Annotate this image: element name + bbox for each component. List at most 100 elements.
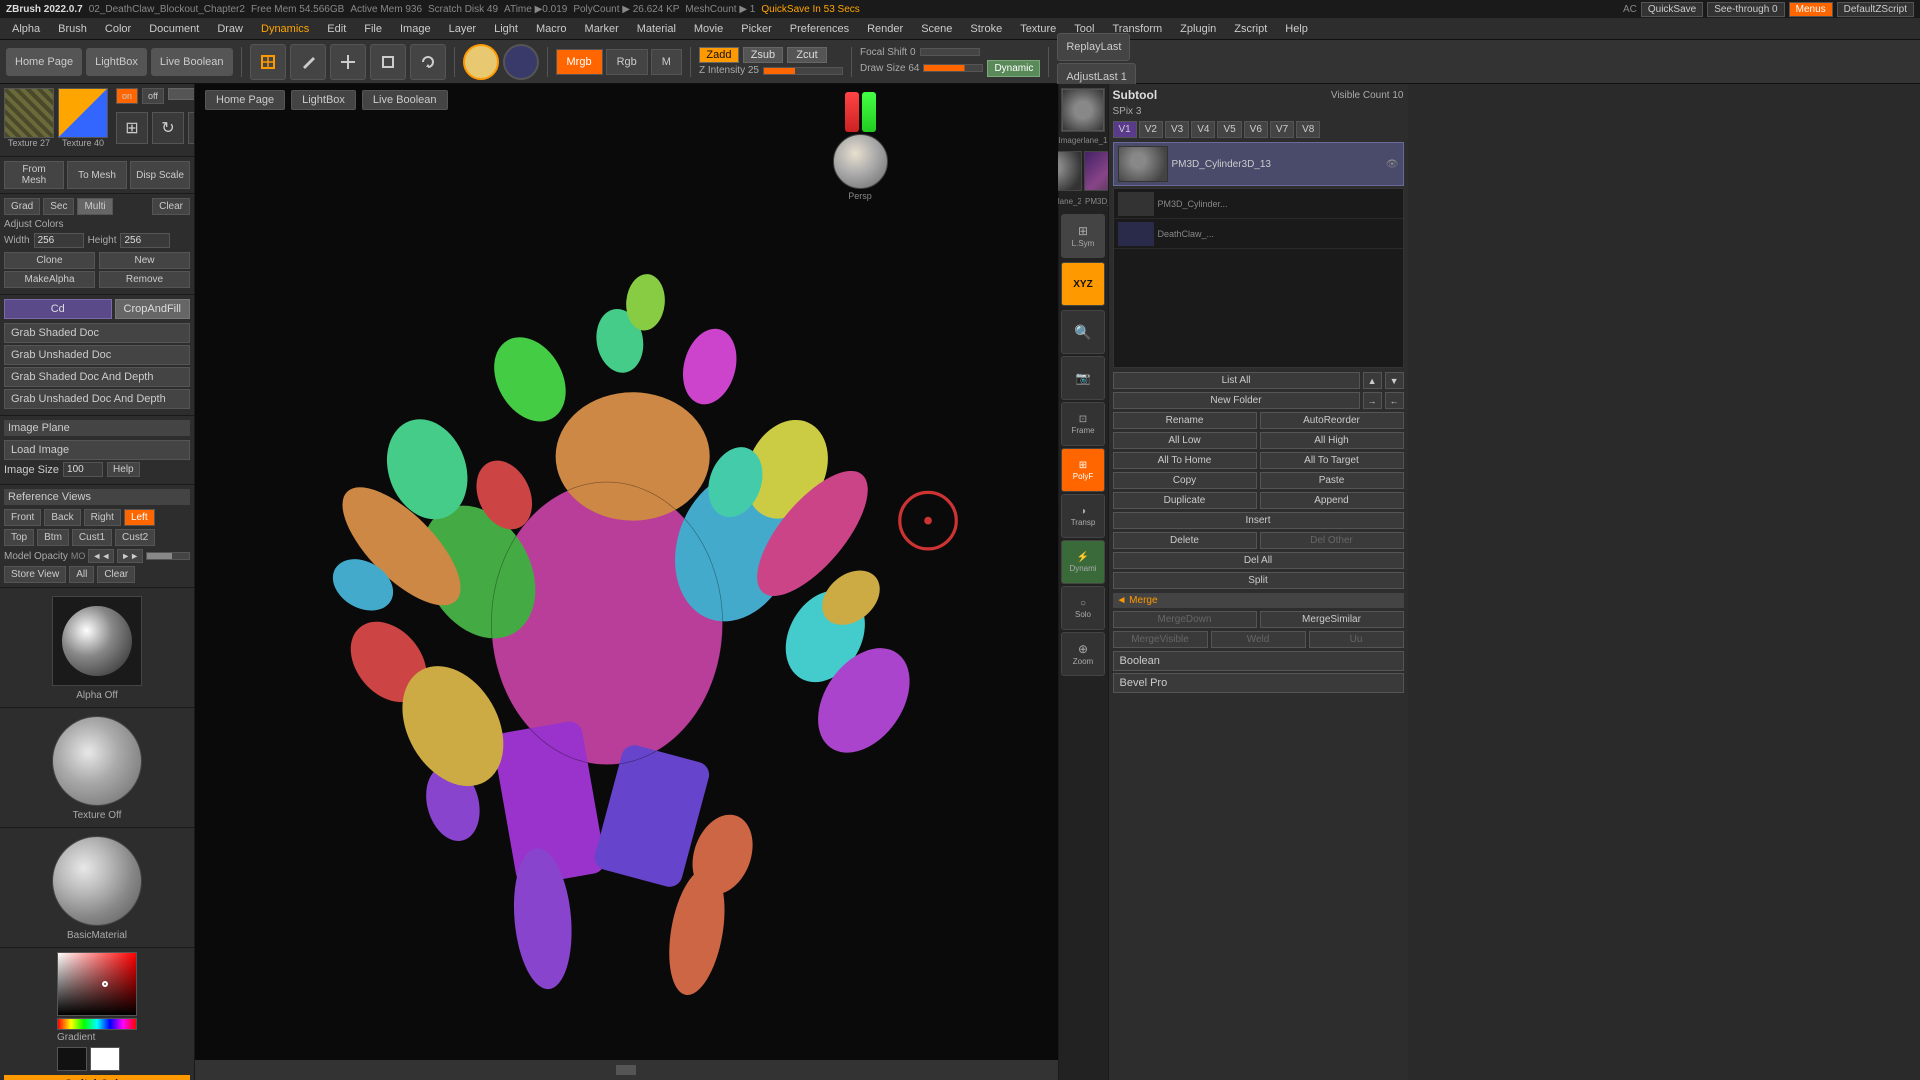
- draw-button[interactable]: [290, 44, 326, 80]
- menus-button[interactable]: Menus: [1789, 2, 1833, 17]
- merge-down-button[interactable]: MergeDown: [1113, 611, 1257, 628]
- lsym-button[interactable]: ⊞ L.Sym: [1061, 214, 1105, 258]
- quicksave-button[interactable]: QuickSave: [1641, 2, 1703, 17]
- mrgb-button[interactable]: Mrgb: [556, 49, 603, 75]
- canvas-home-button[interactable]: Home Page: [205, 90, 285, 110]
- mo-dec-button[interactable]: ◄◄: [88, 549, 114, 563]
- cd-button[interactable]: Cd: [4, 299, 112, 319]
- black-swatch[interactable]: [57, 1047, 87, 1071]
- v5-button[interactable]: V5: [1217, 121, 1241, 138]
- menu-help[interactable]: Help: [1277, 21, 1316, 37]
- menu-edit[interactable]: Edit: [319, 21, 354, 37]
- switch-color-button[interactable]: SwitchColor: [4, 1075, 190, 1080]
- menu-preferences[interactable]: Preferences: [782, 21, 857, 37]
- scale-button[interactable]: [370, 44, 406, 80]
- menu-scene[interactable]: Scene: [913, 21, 960, 37]
- all-to-home-button[interactable]: All To Home: [1113, 452, 1257, 469]
- grab-shaded-button[interactable]: Grab Shaded Doc: [4, 323, 190, 343]
- dynamic-button[interactable]: Dynamic: [987, 60, 1040, 77]
- pm3d-thumb-1[interactable]: [1062, 89, 1104, 131]
- subtool-list-item-2[interactable]: DeathClaw_...: [1114, 219, 1403, 249]
- imagerlane-2-thumb[interactable]: [1058, 151, 1083, 191]
- v3-button[interactable]: V3: [1165, 121, 1189, 138]
- canvas-live-boolean-button[interactable]: Live Boolean: [362, 90, 448, 110]
- auto-reorder-button[interactable]: AutoReorder: [1260, 412, 1404, 429]
- default-script-button[interactable]: DefaultZScript: [1837, 2, 1914, 17]
- rotate-icon[interactable]: ↻: [152, 112, 184, 144]
- dynamic-nav-button[interactable]: ⚡ Dynami: [1061, 540, 1105, 584]
- v6-button[interactable]: V6: [1244, 121, 1268, 138]
- canvas-lightbox-button[interactable]: LightBox: [291, 90, 356, 110]
- menu-brush[interactable]: Brush: [50, 21, 95, 37]
- menu-zscript[interactable]: Zscript: [1226, 21, 1275, 37]
- new-folder-button[interactable]: New Folder: [1113, 392, 1360, 409]
- append-button[interactable]: Append: [1260, 492, 1404, 509]
- zsub-button[interactable]: Zsub: [743, 47, 783, 63]
- right-button[interactable]: Right: [84, 509, 121, 526]
- home-page-button[interactable]: Home Page: [6, 48, 82, 76]
- v7-button[interactable]: V7: [1270, 121, 1294, 138]
- menu-draw[interactable]: Draw: [209, 21, 251, 37]
- btm-button[interactable]: Btm: [37, 529, 69, 546]
- menu-image[interactable]: Image: [392, 21, 439, 37]
- xyz-button[interactable]: XYZ: [1061, 262, 1105, 306]
- list-arrow-up[interactable]: ▲: [1363, 372, 1382, 389]
- off-button[interactable]: off: [142, 88, 164, 104]
- load-image-button[interactable]: Load Image: [4, 440, 190, 460]
- all-to-target-button[interactable]: All To Target: [1260, 452, 1404, 469]
- grab-unshaded-button[interactable]: Grab Unshaded Doc: [4, 345, 190, 365]
- menu-picker[interactable]: Picker: [733, 21, 780, 37]
- help-button[interactable]: Help: [107, 462, 140, 477]
- menu-zplugin[interactable]: Zplugin: [1172, 21, 1224, 37]
- height-input[interactable]: [120, 233, 170, 248]
- color-circle-1[interactable]: [463, 44, 499, 80]
- make-alpha-button[interactable]: MakeAlpha: [4, 271, 95, 288]
- edit-button[interactable]: [250, 44, 286, 80]
- focal-slider[interactable]: [920, 48, 980, 56]
- v2-button[interactable]: V2: [1139, 121, 1163, 138]
- split-button[interactable]: Split: [1113, 572, 1404, 589]
- zoom-button[interactable]: ⊕ Zoom: [1061, 632, 1105, 676]
- rename-button[interactable]: Rename: [1113, 412, 1257, 429]
- subtool-item-active[interactable]: PM3D_Cylinder3D_13 👁: [1113, 142, 1404, 186]
- layer-icon[interactable]: ⊞: [116, 112, 148, 144]
- on-button[interactable]: on: [116, 88, 138, 104]
- copy-button[interactable]: Copy: [1113, 472, 1257, 489]
- transp-button[interactable]: ◑ Transp: [1061, 494, 1105, 538]
- from-mesh-button[interactable]: From Mesh: [4, 161, 64, 189]
- draw-size-slider[interactable]: [923, 64, 983, 72]
- subtool-list-item[interactable]: PM3D_Cylinder...: [1114, 189, 1403, 219]
- polyf-button[interactable]: ⊞ PolyF: [1061, 448, 1105, 492]
- grad-button[interactable]: Grad: [4, 198, 40, 215]
- del-all-button[interactable]: Del All: [1113, 552, 1404, 569]
- flip-h-icon[interactable]: ↔: [188, 112, 195, 144]
- front-button[interactable]: Front: [4, 509, 41, 526]
- search-button[interactable]: 🔍: [1061, 310, 1105, 354]
- crop-fill-button[interactable]: CropAndFill: [115, 299, 190, 319]
- move-button[interactable]: [330, 44, 366, 80]
- menu-stroke[interactable]: Stroke: [962, 21, 1010, 37]
- canvas-viewport[interactable]: Home Page LightBox Live Boolean Persp: [195, 84, 1058, 1060]
- store-view-button[interactable]: Store View: [4, 566, 66, 583]
- menu-marker[interactable]: Marker: [577, 21, 627, 37]
- rotate-button[interactable]: [410, 44, 446, 80]
- solo-button[interactable]: ○ Solo: [1061, 586, 1105, 630]
- del-other-button[interactable]: Del Other: [1260, 532, 1404, 549]
- duplicate-button[interactable]: Duplicate: [1113, 492, 1257, 509]
- mo-inc-button[interactable]: ►►: [117, 549, 143, 563]
- opacity-slider[interactable]: [146, 552, 190, 560]
- grab-shaded-depth-button[interactable]: Grab Shaded Doc And Depth: [4, 367, 190, 387]
- m-button[interactable]: M: [651, 49, 682, 75]
- v4-button[interactable]: V4: [1191, 121, 1215, 138]
- delete-button[interactable]: Delete: [1113, 532, 1257, 549]
- top-button[interactable]: Top: [4, 529, 34, 546]
- color-picker-square[interactable]: [57, 952, 137, 1016]
- menu-render[interactable]: Render: [859, 21, 911, 37]
- replay-last-button[interactable]: ReplayLast: [1057, 33, 1130, 61]
- weld-button[interactable]: Weld: [1211, 631, 1306, 648]
- multi-button[interactable]: Multi: [77, 198, 112, 215]
- cust2-button[interactable]: Cust2: [115, 529, 155, 546]
- paste-button[interactable]: Paste: [1260, 472, 1404, 489]
- live-boolean-button[interactable]: Live Boolean: [151, 48, 233, 76]
- left-button[interactable]: Left: [124, 509, 155, 526]
